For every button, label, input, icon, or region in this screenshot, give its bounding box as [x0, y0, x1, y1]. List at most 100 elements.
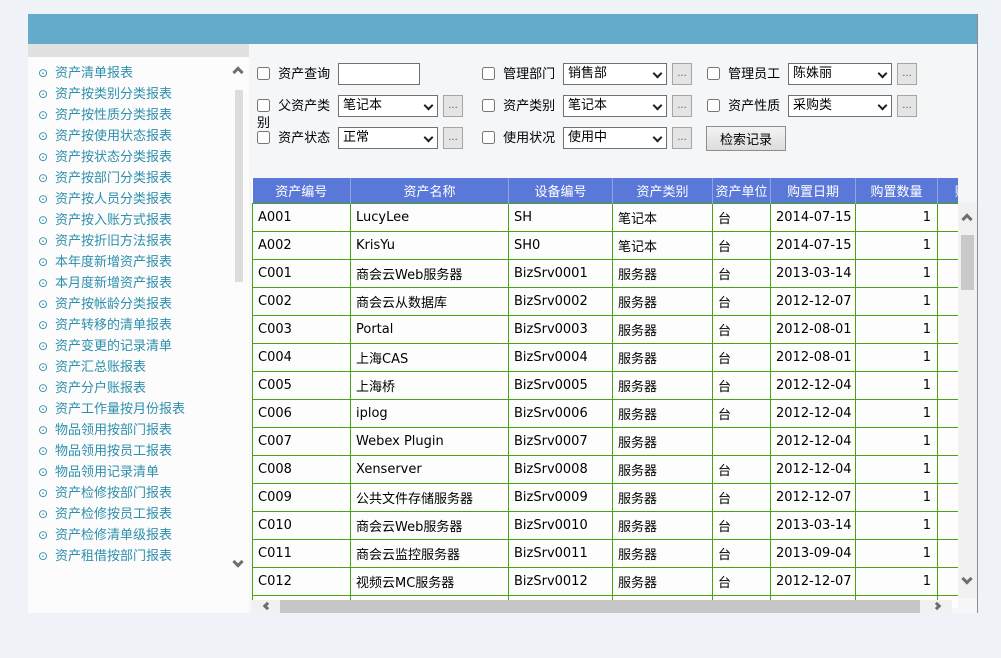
- manage-dept-more-button[interactable]: ...: [672, 63, 692, 85]
- sidebar-item-label: 资产检修清单级报表: [55, 528, 172, 543]
- table-row[interactable]: C012视频云MC服务器BizSrv0012服务器台2012-12-071: [253, 567, 959, 595]
- sidebar-item[interactable]: ⊙资产转移的清单报表: [38, 315, 249, 336]
- asset-query-checkbox[interactable]: [257, 67, 270, 80]
- sidebar-item[interactable]: ⊙资产按折旧方法报表: [38, 231, 249, 252]
- sidebar-item[interactable]: ⊙资产检修按部门报表: [38, 483, 249, 504]
- asset-status-select[interactable]: 正常: [338, 127, 438, 149]
- parent-category-more-button[interactable]: ...: [443, 95, 463, 117]
- table-hscroll-thumb[interactable]: [280, 600, 920, 613]
- usage-status-more-button[interactable]: ...: [672, 127, 692, 149]
- manage-dept-select[interactable]: 销售部: [563, 63, 667, 85]
- sidebar-item[interactable]: ⊙物品领用按员工报表: [38, 441, 249, 462]
- report-bullet-icon: ⊙: [38, 504, 55, 525]
- sidebar-item[interactable]: ⊙资产汇总账报表: [38, 357, 249, 378]
- usage-status-checkbox[interactable]: [482, 131, 495, 144]
- asset-category-more-button[interactable]: ...: [672, 95, 692, 117]
- asset-status-more-button[interactable]: ...: [443, 127, 463, 149]
- asset-status-checkbox[interactable]: [257, 131, 270, 144]
- table-cell: C012: [253, 567, 351, 595]
- table-horizontal-scrollbar[interactable]: [252, 600, 952, 613]
- table-vertical-scrollbar[interactable]: [958, 203, 977, 598]
- table-cell: BizSrv0002: [509, 287, 613, 315]
- asset-category-select[interactable]: 笔记本: [563, 95, 667, 117]
- table-cell: SH0: [509, 231, 613, 259]
- column-header: 资产名称: [351, 178, 509, 203]
- table-cell: iplog: [351, 399, 509, 427]
- sidebar-item[interactable]: ⊙资产按性质分类报表: [38, 105, 249, 126]
- sidebar-item[interactable]: ⊙资产租借按部门报表: [38, 546, 249, 567]
- sidebar-item[interactable]: ⊙物品领用记录清单: [38, 462, 249, 483]
- asset-nature-more-button[interactable]: ...: [897, 95, 917, 117]
- table-row[interactable]: C004上海CASBizSrv0004服务器台2012-08-011: [253, 343, 959, 371]
- sidebar-item[interactable]: ⊙资产检修清单级报表: [38, 525, 249, 546]
- manage-staff-more-button[interactable]: ...: [897, 63, 917, 85]
- table-row[interactable]: C003PortalBizSrv0003服务器台2012-08-011: [253, 315, 959, 343]
- sidebar-item[interactable]: ⊙资产分户账报表: [38, 378, 249, 399]
- table-row[interactable]: C005上海桥BizSrv0005服务器台2012-12-041: [253, 371, 959, 399]
- sidebar-item[interactable]: ⊙物品领用按部门报表: [38, 420, 249, 441]
- sidebar: ⊙资产清单报表⊙资产按类别分类报表⊙资产按性质分类报表⊙资产按使用状态报表⊙资产…: [28, 44, 249, 613]
- manage-staff-checkbox[interactable]: [707, 67, 720, 80]
- sidebar-item[interactable]: ⊙资产按类别分类报表: [38, 84, 249, 105]
- chevron-down-icon: [424, 133, 434, 143]
- table-row[interactable]: C011商会云监控服务器BizSrv0011服务器台2013-09-041: [253, 539, 959, 567]
- table-cell: Xenserver: [351, 455, 509, 483]
- table-row[interactable]: A002KrisYuSH0笔记本台2014-07-151: [253, 231, 959, 259]
- table-row[interactable]: C001商会云Web服务器BizSrv0001服务器台2013-03-141: [253, 259, 959, 287]
- asset-nature-select[interactable]: 采购类: [788, 95, 892, 117]
- table-row[interactable]: C008XenserverBizSrv0008服务器台2012-12-041: [253, 455, 959, 483]
- table-row[interactable]: C007Webex PluginBizSrv0007服务器2012-12-041: [253, 427, 959, 455]
- sidebar-item[interactable]: ⊙资产按人员分类报表: [38, 189, 249, 210]
- sidebar-item[interactable]: ⊙资产按状态分类报表: [38, 147, 249, 168]
- sidebar-item[interactable]: ⊙资产按部门分类报表: [38, 168, 249, 189]
- scroll-left-icon[interactable]: [263, 602, 271, 610]
- sidebar-item[interactable]: ⊙资产按帐龄分类报表: [38, 294, 249, 315]
- sidebar-item[interactable]: ⊙本月度新增资产报表: [38, 273, 249, 294]
- sidebar-item[interactable]: ⊙资产工作量按月份报表: [38, 399, 249, 420]
- scroll-up-icon[interactable]: [961, 213, 972, 224]
- filter-manage-dept: 管理部门: [482, 66, 562, 83]
- scroll-down-icon[interactable]: [232, 556, 243, 567]
- table-cell: A002: [253, 231, 351, 259]
- asset-status-label: 资产状态: [278, 131, 330, 146]
- table-row[interactable]: C002商会云从数据库BizSrv0002服务器台2012-12-071: [253, 287, 959, 315]
- filter-asset-status: 资产状态: [257, 130, 337, 147]
- scroll-up-icon[interactable]: [232, 66, 243, 77]
- table-row[interactable]: C006iplogBizSrv0006服务器台2012-12-041: [253, 399, 959, 427]
- table-cell: 服务器: [613, 371, 713, 399]
- table-row[interactable]: C010商会云Web服务器BizSrv0010服务器台2013-03-141: [253, 511, 959, 539]
- table-cell: [938, 399, 959, 427]
- asset-query-input[interactable]: [338, 63, 420, 85]
- report-bullet-icon: ⊙: [38, 315, 55, 336]
- table-cell: 台: [713, 511, 771, 539]
- sidebar-scrollbar[interactable]: [230, 58, 248, 603]
- sidebar-item-label: 本月度新增资产报表: [55, 276, 172, 291]
- asset-table: 资产编号资产名称设备编号资产类别资产单位购置日期购置数量购置 A001LucyL…: [252, 178, 958, 608]
- table-cell: Webex Plugin: [351, 427, 509, 455]
- search-records-button[interactable]: 检索记录: [706, 126, 786, 151]
- asset-nature-checkbox[interactable]: [707, 99, 720, 112]
- table-cell: BizSrv0004: [509, 343, 613, 371]
- scroll-down-icon[interactable]: [961, 573, 972, 584]
- parent-category-select[interactable]: 笔记本: [338, 95, 438, 117]
- scroll-right-icon[interactable]: [933, 602, 941, 610]
- sidebar-item[interactable]: ⊙资产检修按员工报表: [38, 504, 249, 525]
- sidebar-item[interactable]: ⊙资产按入账方式报表: [38, 210, 249, 231]
- parent-category-checkbox[interactable]: [257, 99, 270, 112]
- table-cell: [938, 231, 959, 259]
- sidebar-item[interactable]: ⊙资产按使用状态报表: [38, 126, 249, 147]
- column-header: 资产类别: [613, 178, 713, 203]
- table-row[interactable]: C009公共文件存储服务器BizSrv0009服务器台2012-12-071: [253, 483, 959, 511]
- table-cell: BizSrv0010: [509, 511, 613, 539]
- sidebar-scrollbar-thumb[interactable]: [235, 90, 243, 282]
- table-vscroll-thumb[interactable]: [961, 235, 974, 290]
- table-row[interactable]: A001LucyLeeSH笔记本台2014-07-151: [253, 203, 959, 231]
- asset-category-checkbox[interactable]: [482, 99, 495, 112]
- manage-staff-select[interactable]: 陈姝丽: [788, 63, 892, 85]
- sidebar-item[interactable]: ⊙资产清单报表: [38, 63, 249, 84]
- sidebar-item[interactable]: ⊙资产变更的记录清单: [38, 336, 249, 357]
- manage-dept-checkbox[interactable]: [482, 67, 495, 80]
- main-area: ⊙资产清单报表⊙资产按类别分类报表⊙资产按性质分类报表⊙资产按使用状态报表⊙资产…: [28, 44, 977, 613]
- usage-status-select[interactable]: 使用中: [563, 127, 667, 149]
- sidebar-item[interactable]: ⊙本年度新增资产报表: [38, 252, 249, 273]
